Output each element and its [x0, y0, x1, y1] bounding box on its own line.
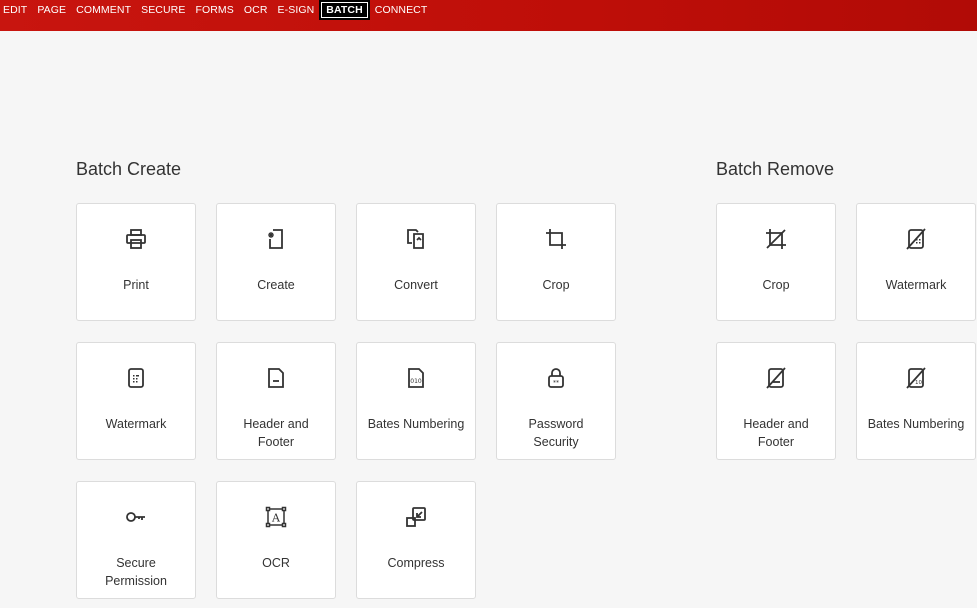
remove-watermark-button[interactable]: Watermark: [856, 203, 976, 321]
svg-text:A: A: [271, 512, 281, 525]
batch-remove-title: Batch Remove: [716, 159, 835, 179]
batch-create-title: Batch Create: [76, 159, 182, 179]
card-label: Password Security: [528, 417, 584, 449]
card-label: Header and Footer: [243, 417, 309, 449]
svg-text:**: **: [553, 380, 559, 387]
tab-ocr[interactable]: OCR: [239, 0, 273, 20]
card-label: OCR: [262, 556, 290, 570]
batch-header-footer-button[interactable]: Header and Footer: [216, 342, 336, 460]
remove-crop-button[interactable]: Crop: [716, 203, 836, 321]
tab-secure[interactable]: SECURE: [136, 0, 190, 20]
tab-page[interactable]: PAGE: [32, 0, 71, 20]
batch-bates-numbering-button[interactable]: 010 Bates Numbering: [356, 342, 476, 460]
create-file-icon: [268, 229, 283, 249]
convert-icon: [407, 229, 424, 249]
tab-e-sign[interactable]: E-SIGN: [273, 0, 320, 20]
batch-convert-button[interactable]: Convert: [356, 203, 476, 321]
menu-tabs: EDIT PAGE COMMENT SECURE FORMS OCR E-SIG…: [0, 0, 432, 20]
svg-text:010: 010: [410, 378, 422, 385]
tab-forms[interactable]: FORMS: [190, 0, 238, 20]
card-label: Header and Footer: [743, 417, 809, 449]
remove-header-footer-button[interactable]: Header and Footer: [716, 342, 836, 460]
card-label: Secure Permission: [105, 556, 167, 588]
printer-icon: [126, 229, 146, 249]
batch-password-security-button[interactable]: ** Password Security: [496, 342, 616, 460]
ocr-icon: A: [265, 506, 287, 528]
top-menu-bar: EDIT PAGE COMMENT SECURE FORMS OCR E-SIG…: [0, 0, 977, 31]
card-label: Crop: [762, 278, 790, 292]
remove-watermark-icon: [906, 228, 926, 250]
card-label: Crop: [542, 278, 570, 292]
remove-header-footer-icon: [766, 367, 786, 389]
remove-crop-icon: [766, 229, 786, 249]
remove-bates-numbering-button[interactable]: 10 Bates Numbering: [856, 342, 976, 460]
batch-print-button[interactable]: Print: [76, 203, 196, 321]
compress-icon: [406, 507, 426, 527]
batch-create-button[interactable]: Create: [216, 203, 336, 321]
card-label: Bates Numbering: [367, 417, 465, 431]
batch-watermark-button[interactable]: Watermark: [76, 342, 196, 460]
batch-crop-button[interactable]: Crop: [496, 203, 616, 321]
batch-secure-permission-button[interactable]: Secure Permission: [76, 481, 196, 599]
crop-icon: [546, 229, 566, 249]
card-label: Convert: [394, 278, 438, 292]
card-label: Watermark: [105, 417, 167, 431]
card-label: Compress: [387, 556, 445, 570]
svg-text:10: 10: [915, 380, 922, 386]
remove-bates-numbering-icon: 10: [906, 367, 926, 389]
card-label: Create: [257, 278, 295, 292]
header-footer-icon: [268, 368, 284, 388]
tab-comment[interactable]: COMMENT: [71, 0, 136, 20]
tab-edit[interactable]: EDIT: [0, 0, 32, 20]
key-icon: [126, 512, 145, 522]
password-lock-icon: **: [548, 368, 564, 388]
tab-connect[interactable]: CONNECT: [370, 0, 433, 20]
bates-numbering-icon: 010: [408, 368, 424, 388]
tab-batch[interactable]: BATCH: [319, 0, 370, 20]
card-label: Print: [123, 278, 149, 292]
batch-compress-button[interactable]: Compress: [356, 481, 476, 599]
card-label: Watermark: [885, 278, 947, 292]
watermark-icon: [128, 368, 144, 388]
batch-ocr-button[interactable]: A OCR: [216, 481, 336, 599]
card-label: Bates Numbering: [867, 417, 965, 431]
